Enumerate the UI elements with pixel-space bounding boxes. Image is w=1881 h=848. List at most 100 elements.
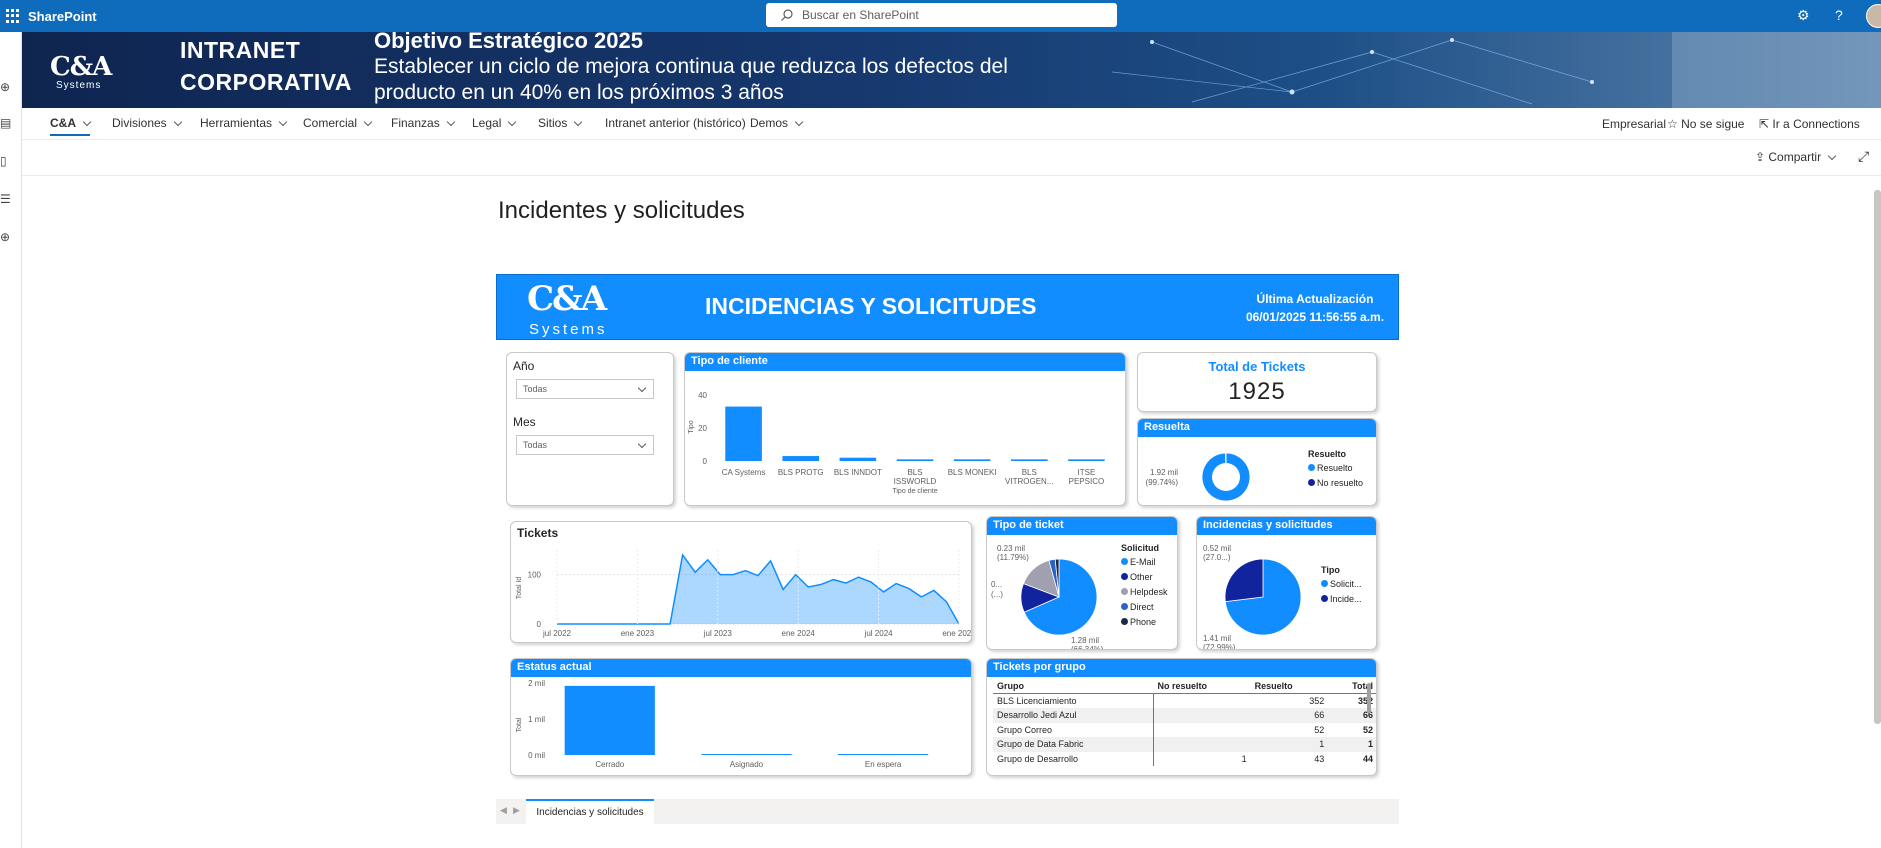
year-dropdown[interactable]: Todas: [516, 379, 654, 399]
bar[interactable]: [782, 456, 819, 461]
x-tick-label: BLS INNDOT: [834, 468, 882, 477]
bar[interactable]: [725, 406, 762, 461]
data-label: (99.74%): [1146, 478, 1179, 487]
x-axis-label: Tipo de cliente: [892, 488, 937, 495]
kpi-value: 1925: [1228, 378, 1286, 405]
tab-incidencias[interactable]: Incidencias y solicitudes: [526, 799, 654, 824]
ticket-type-chart: Tipo de ticket 0.23 mil (11.79%) 0... (...)…: [986, 516, 1178, 650]
bar[interactable]: [896, 459, 934, 461]
column-header[interactable]: Grupo: [993, 679, 1153, 694]
incidents-requests-chart: Incidencias y solicitudes 0.52 mil (27.0.…: [1196, 516, 1377, 650]
legend-item[interactable]: E-Mail: [1121, 557, 1168, 567]
page-title: Incidentes y solicitudes: [498, 197, 745, 224]
powerbi-report: C&A Systems INCIDENCIAS Y SOLICITUDES Últ…: [496, 274, 1399, 784]
client-type-svg: 0 20 40 Tipo CA Systems BLS PROTG BLS INNDOT BL…: [688, 391, 1105, 495]
chart-title: Incidencias y solicitudes: [1197, 517, 1376, 535]
bar[interactable]: [953, 459, 991, 461]
table-row[interactable]: Grupo de Desarrollo 1 43 44: [993, 751, 1376, 766]
connections-link[interactable]: ⇱ Ir a Connections: [1759, 117, 1860, 131]
x-tick-label: CA Systems: [722, 468, 766, 477]
document-icon[interactable]: ▯: [0, 154, 7, 168]
command-bar: ⇪ Compartir ⤢: [22, 140, 1881, 176]
column-header[interactable]: Resuelto: [1251, 679, 1329, 694]
kpi-title: Total de Tickets: [1208, 359, 1306, 374]
legend-item[interactable]: Other: [1121, 572, 1168, 582]
nav-item-comercial[interactable]: Comercial: [303, 116, 373, 130]
app-name[interactable]: SharePoint: [28, 9, 97, 24]
incidents-legend: Tipo Solicit... Incide...: [1321, 565, 1362, 604]
add-icon[interactable]: ⊕: [0, 230, 10, 244]
x-tick-label: ISSWORLD: [894, 477, 937, 486]
status-svg: 0 mil 1 mil 2 mil Total Cerrado Asignado En es…: [516, 679, 929, 769]
table-row[interactable]: Grupo de Data Fabric 1 1: [993, 737, 1376, 752]
x-tick-label: jul 2022: [542, 629, 572, 638]
report-header: C&A Systems INCIDENCIAS Y SOLICITUDES Últ…: [496, 274, 1399, 340]
month-dropdown[interactable]: Todas: [516, 435, 654, 455]
table-row[interactable]: Grupo Correo 52 52: [993, 722, 1376, 737]
bar[interactable]: [839, 457, 877, 461]
table-title: Tickets por grupo: [987, 659, 1376, 677]
list-icon[interactable]: ☰: [0, 192, 11, 206]
nav-item-ca[interactable]: C&A: [50, 116, 92, 136]
company-logo[interactable]: C&A Systems: [50, 52, 112, 91]
help-icon[interactable]: ?: [1835, 7, 1843, 23]
data-label: (27.0...): [1203, 553, 1231, 562]
bar[interactable]: [1068, 459, 1105, 461]
nav-item-sitios[interactable]: Sitios: [538, 116, 583, 130]
globe-icon[interactable]: ⊕: [0, 80, 10, 94]
avatar[interactable]: [1866, 4, 1881, 28]
prev-page-icon[interactable]: ◀: [500, 805, 507, 816]
objective-text: Establecer un ciclo de mejora continua q…: [374, 55, 1008, 104]
ticket-type-legend: Solicitud E-Mail Other Helpdesk Direct P…: [1121, 543, 1168, 627]
gear-icon[interactable]: ⚙: [1797, 7, 1810, 24]
nav-item-demos[interactable]: Demos: [750, 116, 804, 130]
data-label: (11.79%): [997, 553, 1029, 562]
resolved-chart: Resuelta 1.92 mil (99.74%) Resuelto Resue…: [1137, 418, 1377, 506]
chart-title: Estatus actual: [511, 659, 971, 677]
legend-item[interactable]: Resuelto: [1308, 463, 1363, 473]
bar[interactable]: [701, 754, 792, 755]
y-axis-label: Total: [516, 717, 523, 732]
legend-item[interactable]: Helpdesk: [1121, 587, 1168, 597]
legend-item[interactable]: Solicit...: [1321, 579, 1362, 589]
follow-button[interactable]: ☆ No se sigue: [1667, 117, 1744, 131]
bar[interactable]: [1011, 459, 1048, 461]
table-row[interactable]: BLS Licenciamiento 352 352: [993, 693, 1376, 708]
x-tick-label: ene 2023: [621, 629, 655, 638]
nav-item-legal[interactable]: Legal: [472, 116, 517, 130]
legend-item[interactable]: Direct: [1121, 602, 1168, 612]
scrollbar[interactable]: [1874, 190, 1881, 724]
table-scrollbar[interactable]: [1367, 683, 1371, 713]
empresarial-label: Empresarial: [1602, 117, 1667, 131]
share-button[interactable]: ⇪ Compartir: [1755, 150, 1837, 164]
table-row[interactable]: Desarrollo Jedi Azul 66 66: [993, 708, 1376, 723]
app-launcher-icon[interactable]: [6, 9, 20, 23]
x-tick-label: BLS MONEKI: [948, 468, 997, 477]
nav-item-intranet-anterior[interactable]: Intranet anterior (histórico): [605, 116, 746, 130]
table-header-row: Grupo No resuelto Resuelto Total: [993, 679, 1376, 694]
legend-item[interactable]: Incide...: [1321, 594, 1362, 604]
hub-banner: C&A Systems INTRANET CORPORATIVA Objetivo …: [22, 32, 1881, 108]
x-tick-label: En espera: [865, 760, 902, 769]
news-icon[interactable]: ▤: [0, 116, 11, 130]
nav-item-divisiones[interactable]: Divisiones: [112, 116, 182, 130]
search-input[interactable]: Buscar en SharePoint: [766, 3, 1117, 27]
legend-item[interactable]: No resuelto: [1308, 478, 1363, 488]
y-tick-label: 20: [698, 424, 707, 433]
column-header[interactable]: No resuelto: [1153, 679, 1250, 694]
next-page-icon[interactable]: ▶: [513, 805, 520, 816]
legend-item[interactable]: Phone: [1121, 617, 1168, 627]
report-page-tabs: ◀ ▶ Incidencias y solicitudes: [496, 799, 1399, 824]
slicer-panel: Año Todas Mes Todas: [506, 352, 674, 506]
bar[interactable]: [564, 685, 655, 755]
y-tick-label: 0: [703, 457, 708, 466]
left-app-rail: ⊕ ▤ ▯ ☰ ⊕: [0, 32, 22, 848]
nav-item-finanzas[interactable]: Finanzas: [391, 116, 455, 130]
expand-icon[interactable]: ⤢: [1858, 148, 1869, 165]
pie-slice[interactable]: [1224, 558, 1264, 603]
y-tick-label: 2 mil: [528, 679, 545, 688]
bar[interactable]: [838, 754, 929, 755]
nav-item-herramientas[interactable]: Herramientas: [200, 116, 288, 130]
x-tick-label: BLS PROTG: [778, 468, 824, 477]
donut-hole: [1212, 463, 1240, 491]
